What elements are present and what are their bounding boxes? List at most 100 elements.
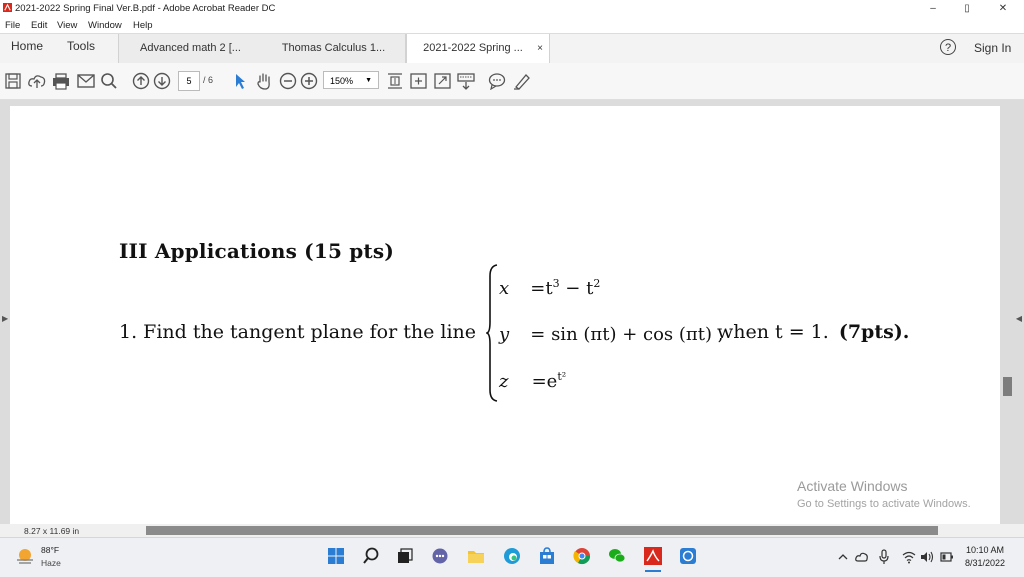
problem-condition: when t = 1. (7pts). <box>717 321 909 343</box>
pdf-page <box>10 106 1000 524</box>
window-title: 2021-2022 Spring Final Ver.B.pdf - Adobe… <box>15 3 276 14</box>
page-total: / 6 <box>203 75 214 85</box>
task-view-icon[interactable] <box>396 547 414 565</box>
equation-x-rhs: =t3 − t2 <box>530 277 601 299</box>
doc-tab-label: 2021-2022 Spring ... <box>423 42 523 54</box>
previous-page-icon[interactable] <box>132 72 150 90</box>
eq-x-middle: − t <box>559 278 594 299</box>
chevron-up-icon[interactable] <box>838 552 848 562</box>
full-screen-icon[interactable] <box>434 72 451 90</box>
highlight-pen-icon[interactable] <box>512 72 532 90</box>
eq-x-exponent-2: 2 <box>593 277 601 290</box>
condition-text: when t = 1. <box>717 321 829 343</box>
vertical-scrollbar-thumb[interactable] <box>1003 377 1012 396</box>
print-icon[interactable] <box>51 72 71 90</box>
sign-in-link[interactable]: Sign In <box>974 41 1011 55</box>
close-tab-icon[interactable]: × <box>537 34 543 63</box>
zoom-out-icon[interactable] <box>279 72 297 90</box>
eq-z-base: =e <box>531 371 558 392</box>
activate-windows-subtitle: Go to Settings to activate Windows. <box>797 498 971 510</box>
wifi-icon[interactable] <box>902 550 916 564</box>
weather-temperature: 88°F <box>41 545 60 555</box>
points-label: (7pts). <box>838 321 910 343</box>
menu-edit[interactable]: Edit <box>31 20 47 31</box>
eq-z-exponent: t² <box>557 370 567 383</box>
activate-windows-title: Activate Windows <box>797 478 908 494</box>
doc-tab-thomas-calculus[interactable]: Thomas Calculus 1... <box>262 34 406 63</box>
left-brace-icon <box>486 264 498 402</box>
tab-home[interactable]: Home <box>11 39 43 53</box>
chevron-down-icon: ▼ <box>365 77 372 84</box>
doc-tab-advanced-math[interactable]: Advanced math 2 [... <box>118 34 263 63</box>
file-explorer-icon[interactable] <box>467 547 485 565</box>
doc-tab-spring-final[interactable]: 2021-2022 Spring ... × <box>406 34 550 63</box>
menu-view[interactable]: View <box>57 20 77 31</box>
zoom-in-icon[interactable] <box>300 72 318 90</box>
section-heading: III Applications (15 pts) <box>119 239 394 263</box>
edge-browser-icon[interactable] <box>503 547 521 565</box>
equation-z-rhs: =et² <box>531 370 567 392</box>
lock-app-icon[interactable] <box>679 547 697 565</box>
next-page-icon[interactable] <box>153 72 171 90</box>
read-mode-icon[interactable] <box>457 72 475 90</box>
clock-date[interactable]: 8/31/2022 <box>965 558 1005 568</box>
cloud-sync-icon[interactable] <box>855 550 869 564</box>
tab-bar: Home Tools Advanced math 2 [... Thomas C… <box>0 33 1024 64</box>
close-window-button[interactable]: ✕ <box>988 1 1018 17</box>
wechat-icon[interactable] <box>608 547 626 565</box>
zoom-value: 150% <box>330 76 354 86</box>
title-bar: 2021-2022 Spring Final Ver.B.pdf - Adobe… <box>0 0 1024 18</box>
toolbar <box>0 63 1024 100</box>
help-icon[interactable]: ? <box>940 39 956 55</box>
acrobat-app-icon <box>3 3 12 12</box>
right-panel-toggle-icon[interactable]: ◀ <box>1016 314 1022 323</box>
zoom-select[interactable]: 150% ▼ <box>323 71 379 89</box>
weather-haze-icon[interactable] <box>14 546 36 566</box>
microphone-icon[interactable] <box>878 549 890 565</box>
equation-x-variable: x <box>499 278 510 299</box>
page-number-input[interactable]: 5 <box>178 71 200 91</box>
menu-help[interactable]: Help <box>133 20 153 31</box>
equation-y-rhs: = sin (πt) + cos (πt) , <box>530 324 724 345</box>
taskbar-search-icon[interactable] <box>362 547 380 565</box>
rotate-view-icon[interactable] <box>410 72 427 90</box>
select-cursor-icon[interactable] <box>233 72 247 90</box>
chrome-icon[interactable] <box>573 547 591 565</box>
email-icon[interactable] <box>76 72 96 90</box>
problem-statement: 1. Find the tangent plane for the line <box>119 321 477 343</box>
equation-z: z =et² <box>499 370 566 392</box>
left-panel-toggle-icon[interactable]: ▶ <box>2 314 8 323</box>
equation-x: x =t3 − t2 <box>499 277 600 299</box>
chat-icon[interactable] <box>431 547 449 565</box>
fit-page-icon[interactable] <box>387 72 403 90</box>
eq-x-exponent-1: 3 <box>552 277 560 290</box>
maximize-button[interactable]: ▯ <box>952 1 982 17</box>
clock-time[interactable]: 10:10 AM <box>966 545 1004 555</box>
menu-file[interactable]: File <box>5 20 20 31</box>
document-viewport[interactable] <box>0 100 1024 524</box>
doc-tab-label: Thomas Calculus 1... <box>281 42 386 54</box>
tab-tools[interactable]: Tools <box>67 39 95 53</box>
menu-bar: File Edit View Window Help <box>0 18 1024 33</box>
page-size-label: 8.27 x 11.69 in <box>24 526 80 536</box>
doc-tab-label: Advanced math 2 [... <box>140 42 241 54</box>
equation-z-variable: z <box>499 371 509 392</box>
windows-start-icon[interactable] <box>327 547 345 565</box>
minimize-button[interactable]: – <box>918 1 948 17</box>
battery-icon[interactable] <box>940 551 954 563</box>
hand-tool-icon[interactable] <box>255 72 273 90</box>
eq-x-base: =t <box>530 278 553 299</box>
volume-icon[interactable] <box>920 550 934 564</box>
search-icon[interactable] <box>100 72 118 90</box>
comment-icon[interactable] <box>488 72 506 90</box>
menu-window[interactable]: Window <box>88 20 122 31</box>
store-icon[interactable] <box>538 547 556 565</box>
upload-cloud-icon[interactable] <box>27 72 47 90</box>
equation-y: y = sin (πt) + cos (πt) , <box>499 324 723 345</box>
acrobat-taskbar-icon[interactable] <box>644 547 662 565</box>
active-app-indicator <box>645 570 661 572</box>
horizontal-scrollbar-thumb[interactable] <box>146 526 938 535</box>
weather-description: Haze <box>41 558 61 568</box>
save-icon[interactable] <box>5 72 21 90</box>
equation-y-variable: y <box>499 324 510 345</box>
